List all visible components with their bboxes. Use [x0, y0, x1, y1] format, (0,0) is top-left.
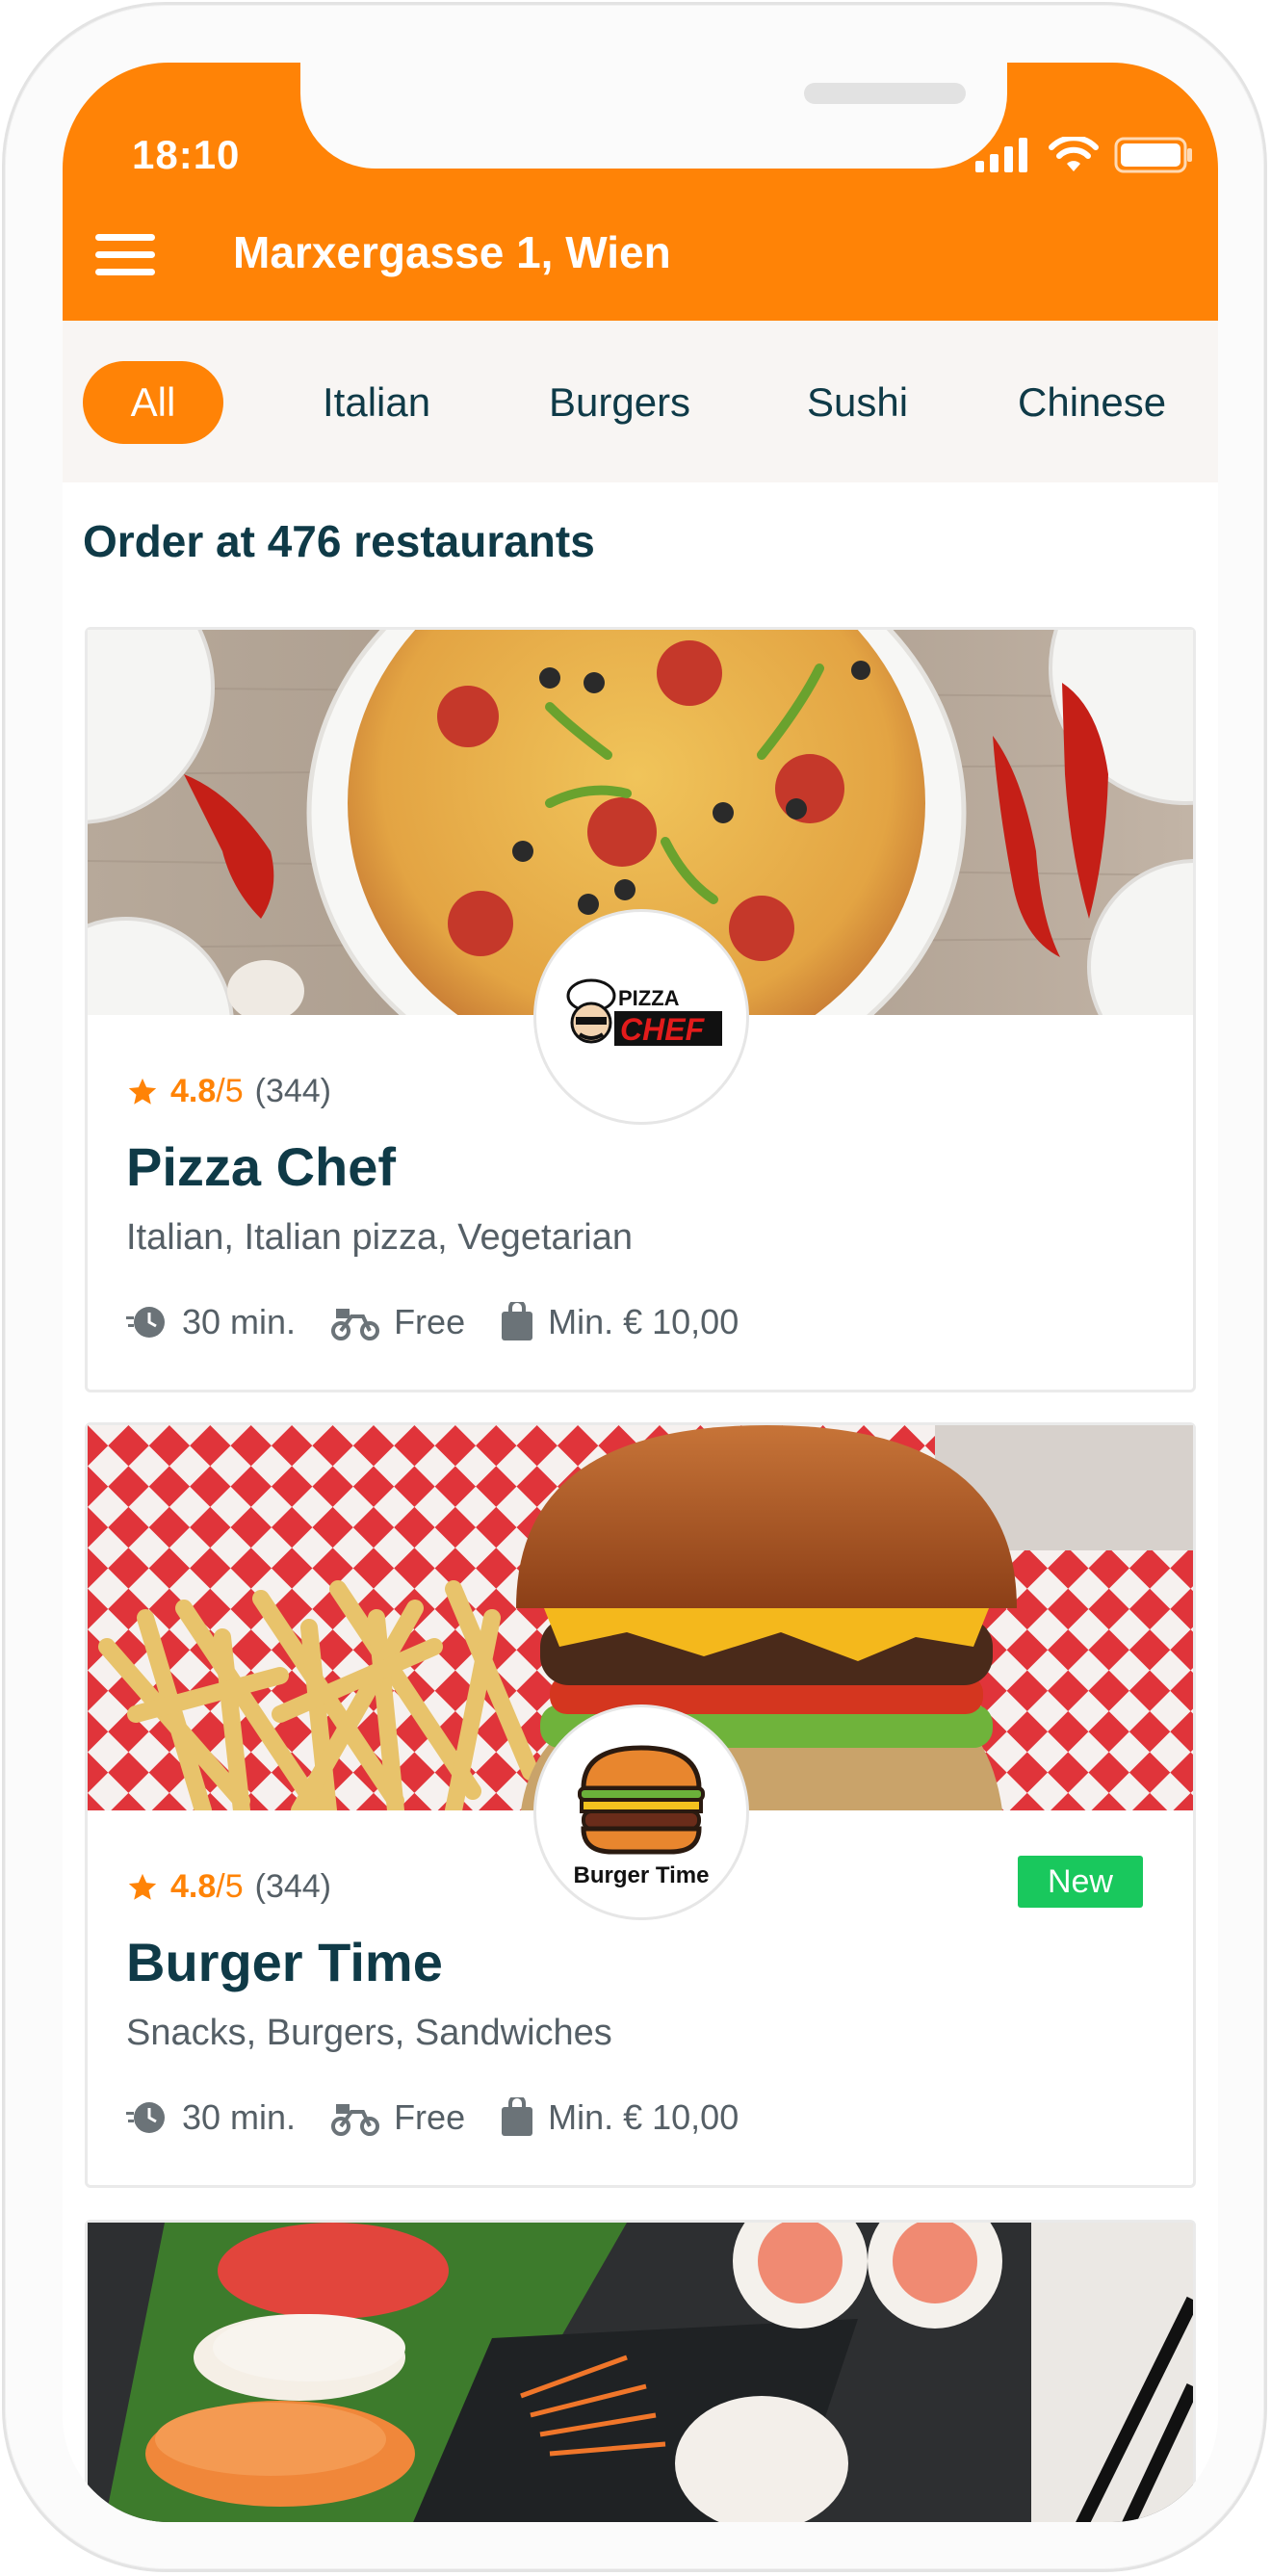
rating-value: 4.8 — [170, 1073, 217, 1109]
logo-text: Burger Time — [574, 1862, 710, 1888]
scooter-icon — [331, 2104, 380, 2136]
status-icons — [975, 136, 1193, 174]
min-order-text: Min. € 10,00 — [548, 1302, 739, 1341]
restaurant-name: Burger Time — [126, 1932, 443, 1992]
rating-count: (344) — [254, 1073, 331, 1109]
min-order-text: Min. € 10,00 — [548, 2097, 739, 2137]
rating-max: /5 — [216, 1073, 244, 1109]
logo-text-bottom: CHEF — [620, 1012, 706, 1047]
device-notch — [300, 63, 1007, 169]
battery-icon — [1114, 137, 1192, 173]
restaurant-rating: 4.8 /5 (344) — [126, 1868, 331, 1906]
delivery-fee: Free — [330, 2097, 465, 2138]
min-order: Min. € 10,00 — [500, 1302, 739, 1342]
menu-icon-bar — [95, 269, 155, 275]
restaurant-rating: 4.8 /5 (344) — [126, 1073, 331, 1110]
logo-text-top: PIZZA — [618, 986, 680, 1010]
category-chip-italian[interactable]: Italian — [323, 361, 430, 444]
category-chip-chinese[interactable]: Chinese — [1018, 361, 1166, 444]
restaurant-card[interactable]: PIZZA CHEF 4.8 /5 (344) Pizza Chef Itali… — [85, 627, 1196, 1392]
delivery-address[interactable]: Marxergasse 1, Wien — [233, 226, 671, 278]
category-chip-burgers[interactable]: Burgers — [549, 361, 690, 444]
delivery-fee-text: Free — [394, 1302, 466, 1341]
clock-icon — [126, 2102, 165, 2133]
category-chip-all[interactable]: All — [83, 361, 223, 444]
delivery-fee: Free — [330, 1302, 465, 1342]
new-badge: New — [1017, 1856, 1143, 1908]
speaker-grill — [804, 83, 966, 104]
restaurant-name: Pizza Chef — [126, 1136, 397, 1197]
restaurant-cuisines: Snacks, Burgers, Sandwiches — [126, 2013, 612, 2053]
signal-icon — [975, 138, 1027, 172]
delivery-time-text: 30 min. — [182, 1302, 297, 1341]
app-header: 18:10 Marxergasse 1, Wien — [63, 63, 1218, 321]
restaurant-image-sushi — [88, 2223, 1193, 2522]
status-time: 18:10 — [132, 132, 241, 177]
wifi-icon — [1049, 137, 1099, 171]
delivery-time: 30 min. — [126, 2097, 296, 2138]
rating-max: /5 — [216, 1868, 244, 1905]
restaurant-card[interactable]: Burger Time New 4.8 /5 (344) Burger Time… — [85, 1422, 1196, 2188]
restaurant-meta: 30 min. Free Min. € 10,00 — [126, 1302, 773, 1342]
restaurant-logo: Burger Time — [533, 1704, 749, 1920]
restaurant-meta: 30 min. Free Min. € 10,00 — [126, 2097, 773, 2138]
category-chip-sushi[interactable]: Sushi — [807, 361, 908, 444]
scooter-icon — [331, 1309, 380, 1340]
phone-frame: 18:10 Marxergasse 1, Wien All Italian Bu… — [2, 2, 1267, 2572]
menu-icon-bar — [95, 251, 155, 258]
delivery-fee-text: Free — [394, 2097, 466, 2137]
menu-button[interactable] — [95, 234, 155, 278]
delivery-time: 30 min. — [126, 1302, 296, 1342]
menu-icon — [95, 234, 155, 241]
star-icon — [128, 1078, 157, 1105]
bag-icon — [502, 1302, 533, 1340]
rating-value: 4.8 — [170, 1868, 217, 1905]
bag-icon — [502, 2097, 533, 2136]
star-icon — [128, 1873, 157, 1900]
delivery-time-text: 30 min. — [182, 2097, 297, 2137]
clock-icon — [126, 1307, 165, 1338]
page-title: Order at 476 restaurants — [83, 516, 595, 566]
app-screen: 18:10 Marxergasse 1, Wien All Italian Bu… — [63, 63, 1218, 2522]
restaurant-cuisines: Italian, Italian pizza, Vegetarian — [126, 1217, 634, 1258]
min-order: Min. € 10,00 — [500, 2097, 739, 2138]
rating-count: (344) — [254, 1868, 331, 1905]
restaurant-logo: PIZZA CHEF — [533, 909, 749, 1125]
category-bar: All Italian Burgers Sushi Chinese — [63, 321, 1218, 482]
restaurant-card[interactable] — [85, 2220, 1196, 2522]
